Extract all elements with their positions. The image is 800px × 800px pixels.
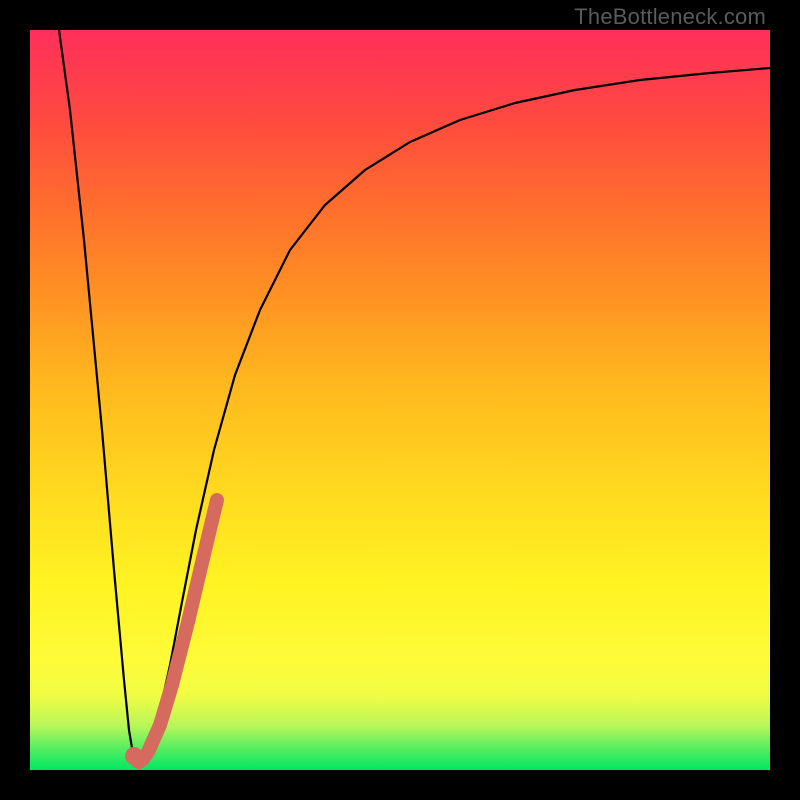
curve-layer (30, 30, 770, 770)
chart-frame: TheBottleneck.com (0, 0, 800, 800)
watermark-text: TheBottleneck.com (574, 4, 766, 30)
plot-area (30, 30, 770, 770)
highlight-end-dot (125, 747, 143, 765)
black-curve (59, 30, 770, 761)
